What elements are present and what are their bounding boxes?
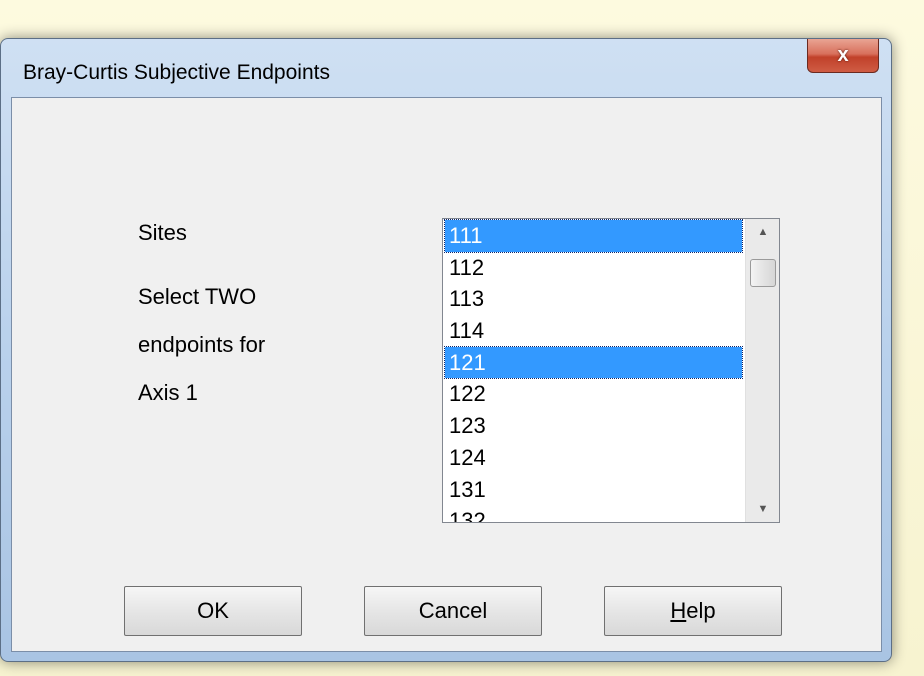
instruction-line-3: Axis 1 [138,380,198,405]
vertical-scrollbar[interactable]: ▲ ▼ [745,219,779,522]
cancel-button[interactable]: Cancel [364,586,542,636]
list-item[interactable]: 132 [445,505,742,522]
close-icon: x [837,44,849,66]
instruction-line-1: Select TWO [138,284,257,309]
scroll-thumb[interactable] [750,259,776,287]
close-button[interactable]: x [807,39,879,73]
list-item[interactable]: 112 [445,252,742,284]
sites-label: Sites [138,220,187,245]
list-item[interactable]: 114 [445,315,742,347]
instruction-line-2: endpoints for [138,332,266,357]
help-accelerator: H [670,598,687,623]
dialog-window: Bray-Curtis Subjective Endpoints x Sites… [0,38,892,662]
list-item[interactable]: 131 [445,474,742,506]
list-item[interactable]: 122 [445,378,742,410]
scroll-down-icon[interactable]: ▼ [746,496,779,522]
dialog-client-area: Sites Select TWO endpoints for Axis 1 11… [11,97,882,652]
dialog-title: Bray-Curtis Subjective Endpoints [23,61,330,84]
list-item[interactable]: 111 [444,219,743,253]
help-label-rest: elp [686,598,716,623]
sites-listbox[interactable]: 111 112 113 114 121 122 123 124 131 132 ▲ ▼ [442,218,780,523]
help-button[interactable]: Help [604,586,782,636]
list-item[interactable]: 124 [445,442,742,474]
list-item[interactable]: 123 [445,410,742,442]
listbox-items: 111 112 113 114 121 122 123 124 131 132 [444,219,743,522]
title-bar[interactable]: Bray-Curtis Subjective Endpoints x [1,39,891,97]
list-item[interactable]: 113 [445,283,742,315]
list-item[interactable]: 121 [444,345,743,380]
scroll-up-icon[interactable]: ▲ [746,219,779,245]
ok-button[interactable]: OK [124,586,302,636]
